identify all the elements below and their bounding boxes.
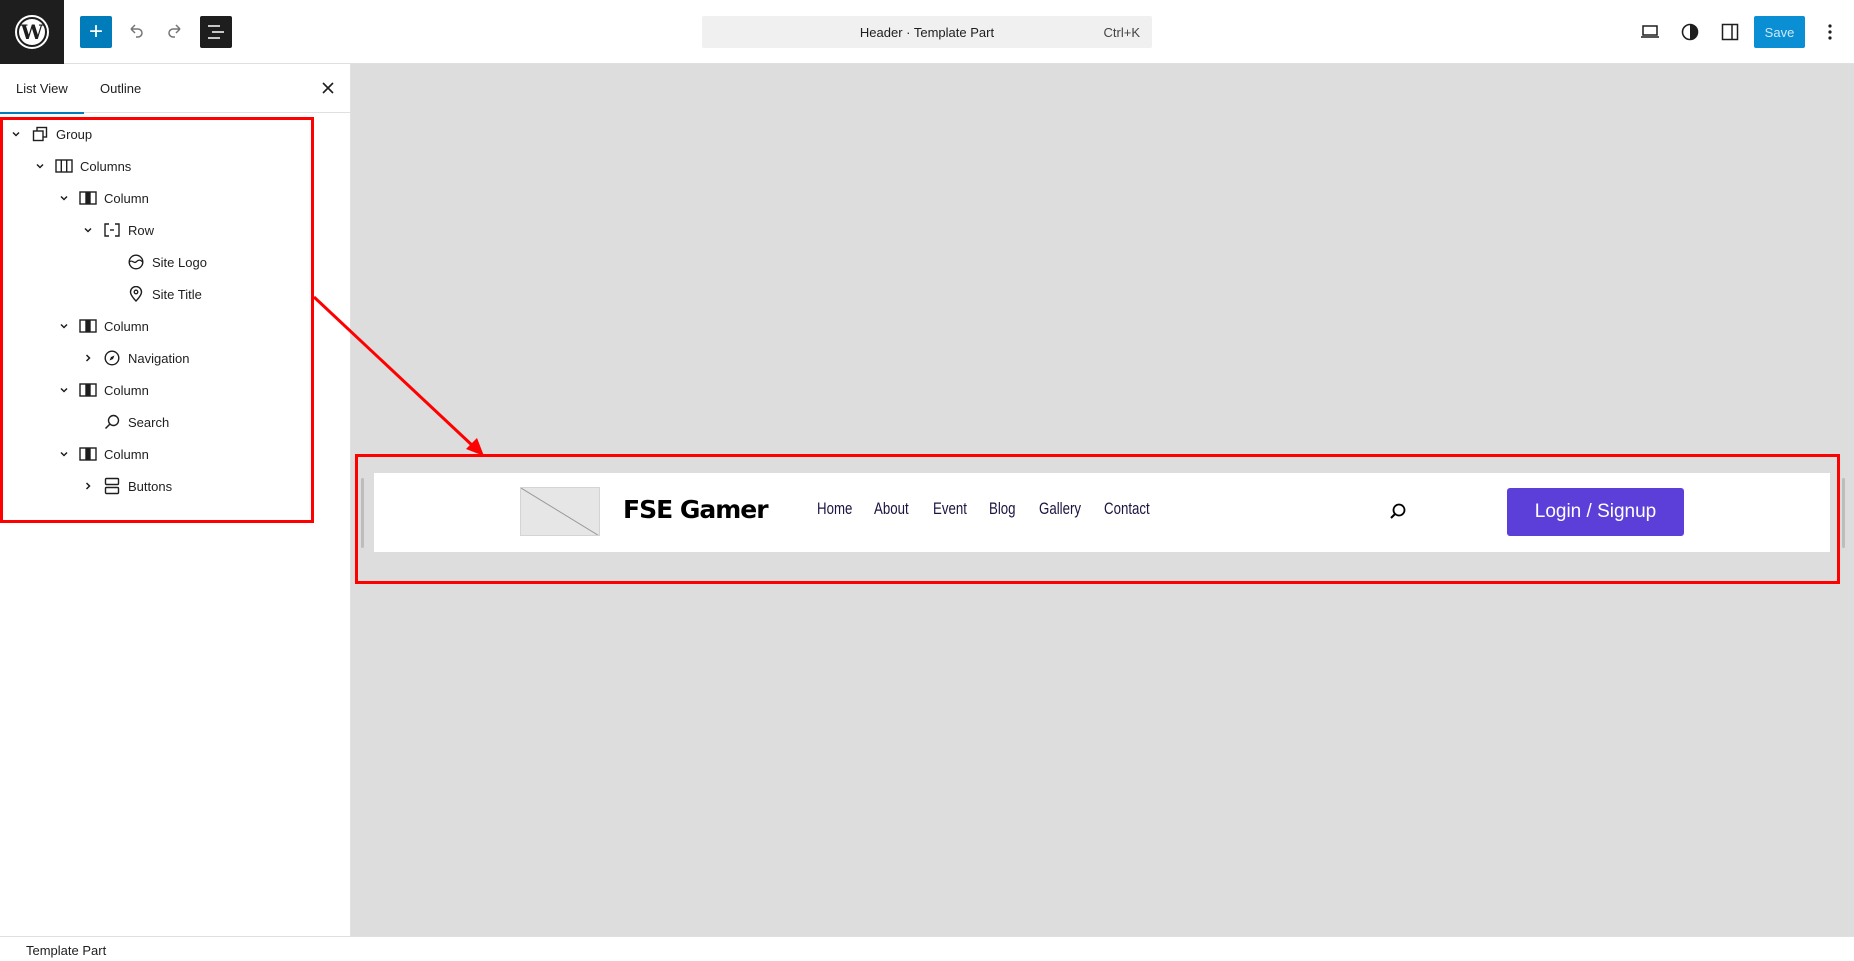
breadcrumb-template-part[interactable]: Template Part bbox=[26, 943, 106, 958]
annotation-arrow bbox=[312, 295, 484, 456]
breadcrumb-bar: Template Part bbox=[0, 936, 1854, 961]
